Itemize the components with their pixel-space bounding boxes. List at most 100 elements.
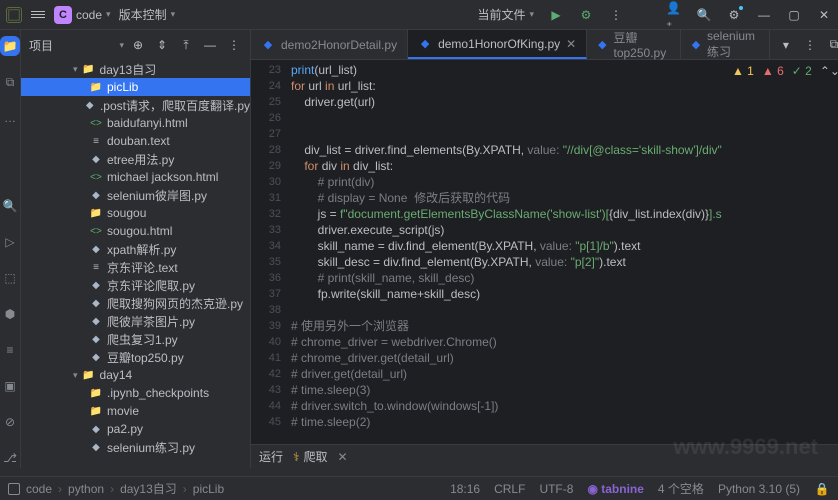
- terminal-tool-icon[interactable]: ▣: [0, 376, 20, 396]
- hide-icon[interactable]: —: [202, 37, 218, 53]
- collapse-all-icon[interactable]: ⤒: [178, 37, 194, 53]
- structure-tool-icon[interactable]: ⧉: [0, 72, 20, 92]
- editor-tab[interactable]: ◆selenium练习: [681, 30, 770, 59]
- search-tool-icon[interactable]: 🔍: [0, 196, 20, 216]
- run-config-name: 爬取: [304, 448, 328, 465]
- sidebar-header: 项目 ▾ ⊕ ⇕ ⤒ — ⋮: [21, 30, 250, 60]
- run-config-selector[interactable]: 当前文件 ▾: [477, 6, 534, 23]
- line-ending[interactable]: CRLF: [494, 482, 525, 496]
- caret-position[interactable]: 18:16: [450, 482, 480, 496]
- editor-tab[interactable]: ◆demo2HonorDetail.py: [251, 30, 408, 59]
- project-badge-icon: C: [54, 6, 72, 24]
- python-packages-icon[interactable]: ⬚: [0, 268, 20, 288]
- tree-item[interactable]: ◆爬取搜狗网页的杰克逊.py: [21, 294, 250, 312]
- tree-item[interactable]: ≡京东评论.text: [21, 258, 250, 276]
- titlebar: C code ▾ 版本控制 ▾ 当前文件 ▾ ▶ ⚙ ⋮ 👤₊ 🔍 ⚙ — ▢ …: [0, 0, 838, 30]
- tree-item[interactable]: 📁.ipynb_checkpoints: [21, 384, 250, 402]
- file-encoding[interactable]: UTF-8: [539, 482, 573, 496]
- interpreter-status[interactable]: Python 3.10 (5): [718, 482, 800, 496]
- code-area[interactable]: ▲ 1 ▲ 6 ✓ 2 ⌃⌄ 2324252627282930313233343…: [251, 60, 838, 444]
- debug-icon[interactable]: ⚙: [578, 7, 594, 23]
- close-icon[interactable]: ✕: [816, 7, 832, 23]
- breadcrumb[interactable]: code›python›day13自习›picLib: [26, 480, 224, 497]
- more-icon[interactable]: ⋮: [802, 37, 818, 53]
- restore-icon[interactable]: ▢: [786, 7, 802, 23]
- tree-item[interactable]: ◆京东评论爬取.py: [21, 276, 250, 294]
- tree-item[interactable]: ◆pa2.py: [21, 420, 250, 438]
- inspection-badges[interactable]: ▲ 1 ▲ 6 ✓ 2 ⌃⌄: [732, 64, 838, 78]
- main: 📁 ⧉ … 🔍 ▷ ⬚ ⬢ ≡ ▣ ⊘ ⎇ 项目 ▾ ⊕ ⇕ ⤒ — ⋮ ▾📁d…: [0, 30, 838, 468]
- vcs-label: 版本控制: [119, 6, 167, 23]
- python-console-icon[interactable]: ≡: [0, 340, 20, 360]
- python-icon: ⚕: [293, 450, 300, 464]
- services-tool-icon[interactable]: ⬢: [0, 304, 20, 324]
- run-icon[interactable]: ▶: [548, 7, 564, 23]
- tree-item[interactable]: ◆.post请求，爬取百度翻译.py: [21, 96, 250, 114]
- tree-item[interactable]: <>michael jackson.html: [21, 168, 250, 186]
- tool-window-icon[interactable]: [8, 483, 20, 495]
- typo-badge[interactable]: ✓ 2: [792, 64, 812, 78]
- run-tool-icon[interactable]: ▷: [0, 232, 20, 252]
- tabnine-status[interactable]: ◉ tabnine: [587, 482, 643, 496]
- minimize-icon[interactable]: —: [756, 7, 772, 23]
- code-content[interactable]: print(url_list)for url in url_list: driv…: [291, 60, 838, 444]
- tool-window-toggle-icon[interactable]: [6, 7, 22, 23]
- crumb[interactable]: python: [68, 482, 104, 496]
- run-tool-window-header: 运行 ⚕ 爬取 ✕: [251, 444, 838, 468]
- split-icon[interactable]: ⧉: [826, 37, 838, 53]
- tree-item[interactable]: <>sougou.html: [21, 222, 250, 240]
- crumb[interactable]: code: [26, 482, 52, 496]
- close-icon[interactable]: ✕: [338, 450, 348, 464]
- lock-icon[interactable]: 🔒: [814, 481, 830, 497]
- editor-tab[interactable]: ◆demo1HonorOfKing.py✕: [408, 30, 587, 59]
- main-menu-icon[interactable]: [30, 7, 46, 23]
- tree-item[interactable]: ◆etree用法.py: [21, 150, 250, 168]
- chevron-down-icon[interactable]: ▾: [119, 40, 124, 51]
- indent-status[interactable]: 4 个空格: [658, 480, 704, 497]
- chevron-down-icon: ▾: [171, 9, 176, 20]
- chevron-down-icon[interactable]: ▾: [778, 37, 794, 53]
- tree-item[interactable]: 📁picLib: [21, 78, 250, 96]
- scroll-indicator-icon[interactable]: ⌃⌄: [820, 64, 838, 78]
- activity-bar: 📁 ⧉ … 🔍 ▷ ⬚ ⬢ ≡ ▣ ⊘ ⎇: [0, 30, 21, 468]
- run-config-label: 当前文件: [477, 6, 525, 23]
- tree-item[interactable]: ◆selenium练习.py: [21, 438, 250, 456]
- select-opened-file-icon[interactable]: ⊕: [130, 37, 146, 53]
- search-icon[interactable]: 🔍: [696, 7, 712, 23]
- tree-item[interactable]: ◆爬虫复习1.py: [21, 330, 250, 348]
- crumb[interactable]: day13自习: [120, 480, 177, 497]
- tree-item[interactable]: ◆豆瓣top250.py: [21, 348, 250, 366]
- more-icon[interactable]: ⋮: [608, 7, 624, 23]
- tree-item[interactable]: ◆爬彼岸茶图片.py: [21, 312, 250, 330]
- close-icon[interactable]: ✕: [566, 37, 576, 51]
- problems-tool-icon[interactable]: ⊘: [0, 412, 20, 432]
- tree-item[interactable]: ▾📁day14: [21, 366, 250, 384]
- editor-tab[interactable]: ◆豆瓣top250.py: [587, 30, 681, 59]
- run-config-tab[interactable]: ⚕ 爬取: [293, 448, 328, 465]
- file-tree[interactable]: ▾📁day13自习📁picLib◆.post请求，爬取百度翻译.py<>baid…: [21, 60, 250, 468]
- project-tool-icon[interactable]: 📁: [0, 36, 20, 56]
- line-gutter[interactable]: 2324252627282930313233343536373839404142…: [251, 60, 291, 444]
- more-icon[interactable]: ⋮: [226, 37, 242, 53]
- tree-item[interactable]: <>baidufanyi.html: [21, 114, 250, 132]
- settings-icon[interactable]: ⚙: [726, 7, 742, 23]
- vcs-tool-icon[interactable]: ⎇: [0, 448, 20, 468]
- vcs-menu[interactable]: 版本控制 ▾: [119, 6, 176, 23]
- bookmarks-tool-icon[interactable]: …: [0, 108, 20, 128]
- collaborate-icon[interactable]: 👤₊: [666, 7, 682, 23]
- run-tab-label[interactable]: 运行: [259, 448, 283, 465]
- tree-item[interactable]: 📁movie: [21, 402, 250, 420]
- expand-all-icon[interactable]: ⇕: [154, 37, 170, 53]
- tree-item[interactable]: ◆xpath解析.py: [21, 240, 250, 258]
- tree-item[interactable]: ◆selenium彼岸图.py: [21, 186, 250, 204]
- tree-item[interactable]: ≡douban.text: [21, 132, 250, 150]
- error-badge[interactable]: ▲ 6: [762, 64, 784, 78]
- warning-badge[interactable]: ▲ 1: [732, 64, 754, 78]
- editor: ◆demo2HonorDetail.py◆demo1HonorOfKing.py…: [251, 30, 838, 468]
- project-selector[interactable]: C code ▾: [54, 6, 111, 24]
- tree-item[interactable]: ▾📁day13自习: [21, 60, 250, 78]
- chevron-down-icon: ▾: [106, 9, 111, 20]
- crumb[interactable]: picLib: [193, 482, 224, 496]
- tree-item[interactable]: 📁sougou: [21, 204, 250, 222]
- project-name: code: [76, 8, 102, 22]
